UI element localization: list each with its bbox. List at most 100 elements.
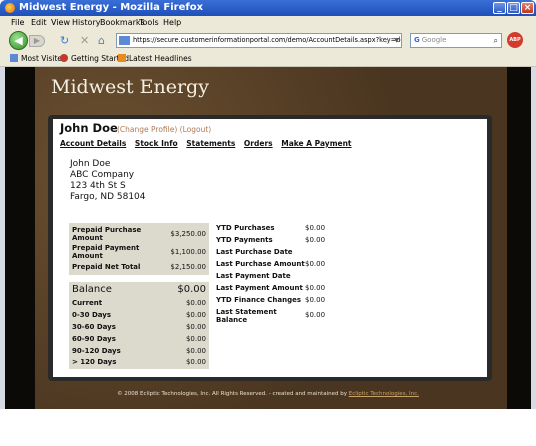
aging-value: $0.00 (185, 311, 206, 319)
maximize-button[interactable]: □ (507, 2, 520, 14)
menu-history[interactable]: History (72, 16, 100, 29)
tab-account-details[interactable]: Account Details (60, 139, 126, 148)
aging-value: $0.00 (185, 358, 206, 366)
forward-button[interactable]: ▶ (29, 35, 45, 47)
menu-help[interactable]: Help (163, 16, 181, 29)
browser-window: Midwest Energy - Mozilla Firefox _ □ × F… (0, 0, 536, 446)
home-icon[interactable]: ⌂ (98, 35, 105, 47)
ytd-label: YTD Payments (216, 236, 273, 244)
search-input[interactable]: G Google ⌕ (410, 33, 502, 48)
ytd-value: $0.00 (305, 224, 326, 232)
ytd-label: YTD Purchases (216, 224, 275, 232)
bookmark-label: Latest Headlines (129, 54, 192, 63)
aging-value: $0.00 (185, 299, 206, 307)
close-button[interactable]: × (521, 2, 534, 14)
tab-statements[interactable]: Statements (186, 139, 235, 148)
ytd-label: Last Payment Date (216, 272, 291, 280)
title-bar: Midwest Energy - Mozilla Firefox _ □ × (0, 0, 536, 16)
menu-file[interactable]: File (11, 16, 24, 29)
menu-bookmarks[interactable]: Bookmarks (100, 16, 145, 29)
aging-value: $0.00 (185, 323, 206, 331)
aging-label: Current (72, 299, 103, 307)
change-profile-link[interactable]: (Change Profile) (117, 125, 177, 134)
reload-icon[interactable]: ↻ (60, 35, 69, 47)
prepaid-table: Prepaid Purchase Amount $3,250.00 Prepai… (69, 223, 209, 275)
ytd-value: $0.00 (305, 311, 326, 319)
page-margin-right (507, 67, 531, 409)
menu-bar: File Edit View History Bookmarks Tools H… (0, 16, 536, 29)
aging-label: > 120 Days (72, 358, 117, 366)
balance-header-row: Balance $0.00 (72, 284, 206, 296)
bookmark-most-visited[interactable]: Most Visited (10, 52, 67, 66)
account-nav: Account Details Stock Info Statements Or… (60, 139, 358, 148)
minimize-button[interactable]: _ (493, 2, 506, 14)
mailing-address: John Doe ABC Company 123 4th St S Fargo,… (70, 159, 146, 203)
site-title: Midwest Energy (51, 76, 209, 98)
url-dropdown-icon[interactable]: ▼ (394, 34, 399, 47)
balance-value: $0.00 (177, 284, 206, 295)
stop-icon[interactable]: ✕ (80, 35, 89, 47)
prepaid-purchase-label: Prepaid Purchase Amount (72, 226, 142, 242)
search-placeholder: Google (421, 36, 447, 44)
ytd-label: Last Payment Amount (216, 284, 303, 292)
address-line: John Doe (70, 159, 111, 169)
menu-edit[interactable]: Edit (31, 16, 47, 29)
address-line: 123 4th St S (70, 181, 126, 191)
ytd-value: $0.00 (305, 296, 326, 304)
menu-tools[interactable]: Tools (139, 16, 159, 29)
table-row: Prepaid Purchase Amount $3,250.00 (72, 226, 206, 243)
prepaid-net-value: $2,150.00 (170, 263, 206, 271)
ytd-label: Last Purchase Amount (216, 260, 305, 268)
prepaid-payment-label: Prepaid Payment Amount (72, 244, 140, 260)
balance-label: Balance (72, 284, 112, 295)
table-row: Prepaid Net Total $2,150.00 (72, 263, 206, 273)
ytd-value: $0.00 (305, 284, 326, 292)
getting-started-icon (60, 54, 68, 62)
aging-label: 60-90 Days (72, 335, 116, 343)
firefox-icon (5, 3, 15, 13)
page-margin-left (5, 67, 35, 409)
account-card: John Doe (Change Profile) (Logout) Accou… (53, 119, 487, 377)
prepaid-payment-value: $1,100.00 (170, 248, 206, 256)
aging-label: 30-60 Days (72, 323, 116, 331)
aging-label: 0-30 Days (72, 311, 112, 319)
ytd-value: $0.00 (305, 260, 326, 268)
balance-table: Balance $0.00 Current $0.00 0-30 Days $0… (69, 282, 209, 369)
window-title: Midwest Energy - Mozilla Firefox (19, 2, 204, 13)
footer-copyright: © 2008 Ecliptic Technologies, Inc. All R… (117, 391, 347, 397)
address-line: Fargo, ND 58104 (70, 192, 146, 202)
status-area (0, 409, 536, 446)
user-links: (Change Profile) (Logout) (117, 125, 211, 134)
prepaid-net-label: Prepaid Net Total (72, 263, 141, 271)
ytd-label: Last Purchase Date (216, 248, 293, 256)
bookmark-star-icon[interactable]: ☆ (384, 34, 391, 47)
aging-value: $0.00 (185, 347, 206, 355)
url-text: https://secure.customerinformationportal… (133, 36, 402, 44)
page-viewport: Midwest Energy John Doe (Change Profile)… (5, 67, 531, 409)
footer-link[interactable]: Ecliptic Technologies, Inc. (349, 391, 419, 397)
site-identity-icon[interactable] (119, 36, 130, 45)
back-button[interactable]: ◀ (9, 31, 28, 50)
google-icon[interactable]: G (414, 34, 420, 47)
tab-orders[interactable]: Orders (244, 139, 273, 148)
prepaid-purchase-value: $3,250.00 (170, 230, 206, 238)
adblock-icon[interactable]: ABP (507, 32, 523, 48)
aging-value: $0.00 (185, 335, 206, 343)
ytd-label: YTD Finance Changes (216, 296, 302, 304)
ytd-value: $0.00 (305, 236, 326, 244)
most-visited-icon (10, 54, 18, 62)
search-icon[interactable]: ⌕ (494, 34, 498, 47)
address-line: ABC Company (70, 170, 135, 180)
rss-icon (118, 54, 126, 62)
table-row: Prepaid Payment Amount $1,100.00 (72, 244, 206, 261)
logout-link[interactable]: (Logout) (180, 125, 212, 134)
ytd-label: Last Statement Balance (216, 308, 277, 324)
menu-view[interactable]: View (51, 16, 70, 29)
url-bar[interactable]: https://secure.customerinformationportal… (116, 33, 402, 48)
tab-stock-info[interactable]: Stock Info (135, 139, 178, 148)
bookmark-latest-headlines[interactable]: Latest Headlines (118, 52, 192, 66)
content-panel: John Doe (Change Profile) (Logout) Accou… (48, 115, 492, 381)
tab-make-a-payment[interactable]: Make A Payment (281, 139, 351, 148)
aging-label: 90-120 Days (72, 347, 121, 355)
page-footer: © 2008 Ecliptic Technologies, Inc. All R… (5, 391, 531, 397)
